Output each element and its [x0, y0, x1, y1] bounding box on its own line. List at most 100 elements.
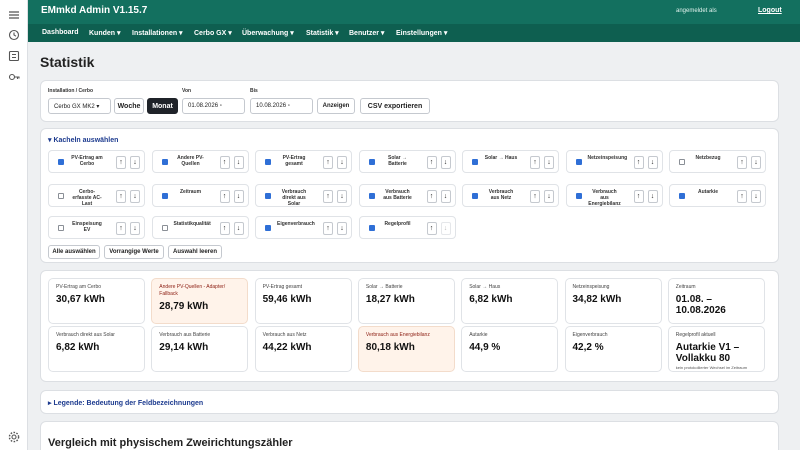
logout-link[interactable]: Logout — [758, 7, 782, 14]
move-up-button[interactable]: ↑ — [219, 156, 230, 169]
tile-checkbox[interactable] — [679, 159, 685, 165]
tile-checkbox[interactable] — [161, 159, 168, 165]
nav-einstellungen[interactable]: Einstellungen ▾ — [396, 29, 447, 37]
bis-date-input[interactable]: 10.08.2026 ▫ — [250, 98, 313, 114]
tile-option[interactable]: Statistikqualität ↑ ↓ — [151, 216, 249, 239]
move-down-button[interactable]: ↓ — [233, 190, 244, 203]
tile-checkbox[interactable] — [58, 159, 64, 165]
tile-option[interactable]: Solar → Haus ↑ ↓ — [462, 150, 559, 173]
tile-checkbox[interactable] — [265, 225, 271, 231]
tile-checkbox[interactable] — [472, 159, 478, 165]
move-down-button[interactable]: ↓ — [440, 156, 451, 169]
tile-option[interactable]: Netzbezug ↑ ↓ — [669, 150, 766, 173]
tile-option[interactable]: Andere PV-Quellen ↑ ↓ — [151, 150, 249, 173]
tile-checkbox[interactable] — [368, 159, 375, 165]
move-down-button[interactable]: ↓ — [233, 222, 244, 235]
move-up-button[interactable]: ↑ — [219, 222, 230, 235]
show-button[interactable]: Anzeigen — [317, 98, 355, 114]
key-icon[interactable] — [8, 71, 20, 83]
nav-cerbo-gx[interactable]: Cerbo GX ▾ — [194, 29, 232, 37]
legend-toggle[interactable]: ▸ Legende: Bedeutung der Feldbezeichnung… — [48, 399, 203, 407]
tile-checkbox[interactable] — [472, 193, 478, 199]
nav-kunden[interactable]: Kunden ▾ — [89, 29, 121, 37]
nav-installationen[interactable]: Installationen ▾ — [132, 29, 183, 37]
tile-option[interactable]: Verbrauch aus Batterie ↑ ↓ — [358, 184, 456, 207]
move-down-button[interactable]: ↓ — [440, 190, 451, 203]
tile-option[interactable]: Verbrauch aus Netz ↑ ↓ — [462, 184, 559, 207]
von-date-input[interactable]: 01.08.2026 ▫ — [182, 98, 245, 114]
tile-option[interactable]: PV-Ertrag gesamt ↑ ↓ — [255, 150, 352, 173]
move-down-button[interactable]: ↓ — [337, 190, 347, 203]
tile-checkbox[interactable] — [161, 193, 168, 199]
priority-values-button[interactable]: Vorrangige Werte — [104, 245, 164, 259]
tile-option[interactable]: Einspeisung EV ↑ ↓ — [48, 216, 145, 239]
move-down-button[interactable]: ↓ — [440, 222, 451, 235]
tile-checkbox[interactable] — [575, 193, 582, 199]
move-down-button[interactable]: ↓ — [544, 156, 554, 169]
move-down-button[interactable]: ↓ — [233, 156, 244, 169]
tile-checkbox[interactable] — [575, 159, 582, 165]
list-icon[interactable] — [8, 50, 20, 62]
nav-dashboard[interactable]: Dashboard — [42, 29, 79, 36]
move-up-button[interactable]: ↑ — [219, 190, 230, 203]
week-button[interactable]: Woche — [114, 98, 144, 114]
tile-option[interactable]: PV-Ertrag am Cerbo ↑ ↓ — [48, 150, 145, 173]
tile-option[interactable]: Solar → Batterie ↑ ↓ — [358, 150, 456, 173]
settings-icon[interactable] — [8, 431, 20, 443]
move-up-button[interactable]: ↑ — [116, 190, 126, 203]
tile-checkbox[interactable] — [679, 193, 685, 199]
move-down-button[interactable]: ↓ — [544, 190, 554, 203]
menu-icon[interactable] — [8, 9, 20, 21]
move-up-button[interactable]: ↑ — [737, 156, 747, 169]
csv-export-button[interactable]: CSV exportieren — [360, 98, 430, 114]
move-up-button[interactable]: ↑ — [116, 222, 126, 235]
tile-checkbox[interactable] — [265, 193, 271, 199]
move-up-button[interactable]: ↑ — [633, 156, 644, 169]
move-down-button[interactable]: ↓ — [130, 222, 140, 235]
move-up-button[interactable]: ↑ — [530, 190, 540, 203]
tile-checkbox[interactable] — [368, 225, 375, 231]
move-down-button[interactable]: ↓ — [647, 190, 658, 203]
tile-checkbox[interactable] — [265, 159, 271, 165]
tile-option[interactable]: Verbrauch direkt aus Solar ↑ ↓ — [255, 184, 352, 207]
tiles-section-toggle[interactable]: ▾ Kacheln auswählen — [48, 136, 118, 144]
move-down-button[interactable]: ↓ — [130, 156, 140, 169]
move-up-button[interactable]: ↑ — [530, 156, 540, 169]
tile-option[interactable]: Regelprofil ↑ ↓ — [358, 216, 456, 239]
tile-option[interactable]: Netzeinspeisung ↑ ↓ — [565, 150, 663, 173]
tile-option[interactable]: Cerbo-erfasste AC-Last ↑ ↓ — [48, 184, 145, 207]
tile-checkbox[interactable] — [368, 193, 375, 199]
nav-benutzer[interactable]: Benutzer ▾ — [349, 29, 384, 37]
move-up-button[interactable]: ↑ — [323, 190, 333, 203]
move-up-button[interactable]: ↑ — [116, 156, 126, 169]
move-down-button[interactable]: ↓ — [751, 156, 761, 169]
move-up-button[interactable]: ↑ — [633, 190, 644, 203]
history-icon[interactable] — [8, 29, 20, 41]
move-down-button[interactable]: ↓ — [130, 190, 140, 203]
tile-checkbox[interactable] — [58, 193, 64, 199]
move-up-button[interactable]: ↑ — [323, 222, 333, 235]
move-down-button[interactable]: ↓ — [751, 190, 761, 203]
move-down-button[interactable]: ↓ — [647, 156, 658, 169]
tile-checkbox[interactable] — [161, 225, 168, 231]
tile-label: Autarkie — [697, 189, 718, 195]
move-up-button[interactable]: ↑ — [426, 190, 437, 203]
select-all-button[interactable]: Alle auswählen — [48, 245, 100, 259]
move-up-button[interactable]: ↑ — [323, 156, 333, 169]
move-up-button[interactable]: ↑ — [426, 222, 437, 235]
tile-checkbox[interactable] — [58, 225, 64, 231]
tile-label: Verbrauch aus Energiebilanz — [588, 189, 621, 207]
clear-selection-button[interactable]: Auswahl leeren — [168, 245, 222, 259]
tile-option[interactable]: Eigenverbrauch ↑ ↓ — [255, 216, 352, 239]
nav-ueberwachung[interactable]: Überwachung ▾ — [242, 29, 294, 37]
tile-option[interactable]: Autarkie ↑ ↓ — [669, 184, 766, 207]
move-up-button[interactable]: ↑ — [426, 156, 437, 169]
move-down-button[interactable]: ↓ — [337, 156, 347, 169]
nav-statistik[interactable]: Statistik ▾ — [306, 29, 339, 37]
tile-option[interactable]: Zeitraum ↑ ↓ — [151, 184, 249, 207]
month-button[interactable]: Monat — [147, 98, 178, 114]
move-up-button[interactable]: ↑ — [737, 190, 747, 203]
tile-option[interactable]: Verbrauch aus Energiebilanz ↑ ↓ — [565, 184, 663, 207]
installation-select[interactable]: Cerbo GX MK2 ▾ — [48, 98, 111, 114]
move-down-button[interactable]: ↓ — [337, 222, 347, 235]
